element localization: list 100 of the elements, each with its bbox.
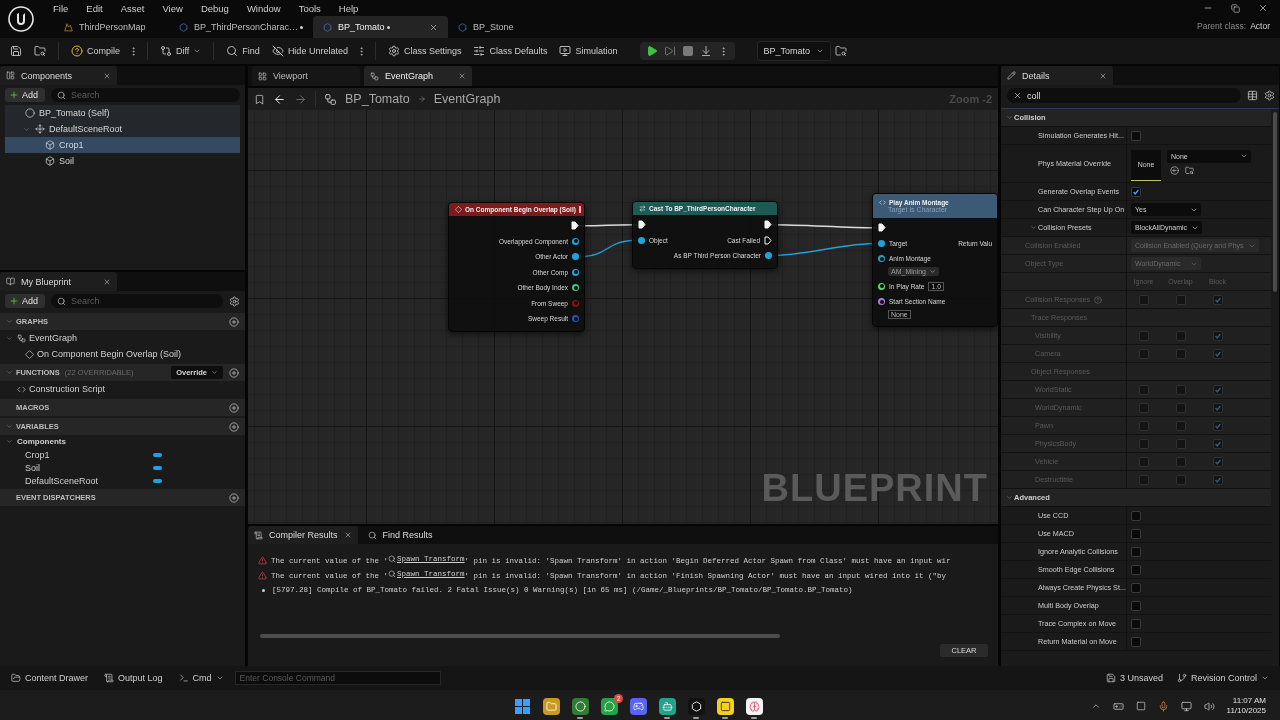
category-header[interactable]: Components xyxy=(0,435,245,448)
editor-tab[interactable]: EventGraph xyxy=(364,66,472,86)
close-icon[interactable] xyxy=(103,277,111,286)
add-circle-icon[interactable] xyxy=(229,421,239,432)
settings-icon[interactable] xyxy=(229,295,240,307)
checkbox[interactable] xyxy=(1131,510,1141,521)
folder-search-icon[interactable] xyxy=(835,45,848,57)
search-input[interactable]: coll xyxy=(1027,90,1235,101)
list-item[interactable]: Construction Script xyxy=(0,381,245,397)
editor-tab[interactable]: Viewport xyxy=(252,66,360,86)
search-box[interactable]: Search xyxy=(51,294,223,308)
content-drawer-button[interactable]: Content Drawer xyxy=(6,669,94,687)
class-settings-button[interactable]: Class Settings xyxy=(383,40,466,62)
cmd-dropdown[interactable]: Cmd xyxy=(173,669,229,687)
folder-search-icon[interactable] xyxy=(1185,165,1194,175)
menu-item[interactable]: Asset xyxy=(113,2,152,14)
simulation-button[interactable]: Simulation xyxy=(555,40,622,62)
monitor-icon[interactable] xyxy=(1180,700,1192,712)
close-icon[interactable] xyxy=(1099,71,1107,80)
tree-item[interactable]: BP_Tomato (Self) xyxy=(5,105,240,121)
hide-unrelated-button[interactable]: Hide Unrelated xyxy=(267,40,352,62)
search-box[interactable]: coll xyxy=(1007,88,1241,103)
breadcrumb-item[interactable]: EventGraph xyxy=(433,92,501,106)
compile-button[interactable]: Compile xyxy=(67,40,124,62)
add-circle-icon[interactable] xyxy=(229,402,239,413)
clock[interactable]: 11:07 AM 11/10/2025 xyxy=(1226,696,1266,716)
checkbox[interactable] xyxy=(1131,130,1141,141)
menu-item[interactable]: File xyxy=(46,2,76,14)
stop-button[interactable] xyxy=(681,45,694,57)
pin-icon[interactable] xyxy=(765,252,772,260)
breadcrumb-item[interactable]: BP_Tomato xyxy=(345,92,410,106)
exec-pin-icon[interactable] xyxy=(764,235,772,245)
checkbox[interactable] xyxy=(1131,528,1141,539)
close-icon[interactable] xyxy=(1258,3,1268,13)
pin-icon[interactable] xyxy=(572,237,579,245)
close-icon[interactable] xyxy=(103,71,111,80)
document-tab[interactable]: BP_Stone xyxy=(448,16,564,38)
checkbox[interactable] xyxy=(1131,186,1141,197)
menu-item[interactable]: Window xyxy=(239,2,288,14)
console-input[interactable]: Enter Console Command xyxy=(234,671,441,685)
pin-icon[interactable] xyxy=(572,268,579,276)
scrollbar[interactable] xyxy=(1273,112,1277,292)
panel-tab[interactable]: Components xyxy=(0,66,117,85)
pin-icon[interactable] xyxy=(878,255,885,263)
scrollbar[interactable] xyxy=(260,634,780,638)
checkbox[interactable] xyxy=(1131,582,1141,593)
pin-icon[interactable] xyxy=(878,298,885,306)
search-input[interactable]: Search xyxy=(71,296,217,306)
delegate-pin-icon[interactable] xyxy=(578,206,581,213)
search-input[interactable]: Search xyxy=(71,90,234,100)
list-item[interactable]: EventGraph xyxy=(0,330,245,346)
chevron-up-icon[interactable] xyxy=(1090,701,1101,711)
exec-pin-icon[interactable] xyxy=(764,220,772,230)
class-defaults-button[interactable]: Class Defaults xyxy=(469,40,552,62)
microphone-icon[interactable] xyxy=(1157,700,1169,712)
checkbox[interactable] xyxy=(1131,600,1141,611)
logo-icon[interactable] xyxy=(8,6,34,32)
list-item[interactable]: Soil xyxy=(0,461,245,474)
output-log-button[interactable]: Output Log xyxy=(99,669,168,687)
checkbox[interactable] xyxy=(1131,546,1141,557)
output-tab[interactable]: Find Results xyxy=(361,526,444,544)
search-box[interactable]: Search xyxy=(51,88,240,102)
output-tab[interactable]: Compiler Results xyxy=(248,526,358,544)
add-button[interactable]: Add xyxy=(5,294,45,308)
panel-tab[interactable]: My Blueprint xyxy=(0,272,117,291)
find-button[interactable]: Find xyxy=(222,40,264,62)
checkbox[interactable] xyxy=(1131,564,1141,575)
menu-item[interactable]: Tools xyxy=(291,2,328,14)
arrow-left-circle-icon[interactable] xyxy=(1170,165,1179,175)
pin-icon[interactable] xyxy=(878,239,885,247)
tree-item[interactable]: DefaultSceneRoot xyxy=(5,121,240,137)
menu-item[interactable]: Help xyxy=(331,2,366,14)
checkbox[interactable] xyxy=(1131,636,1141,647)
pin-icon[interactable] xyxy=(878,282,885,290)
volume-icon[interactable] xyxy=(1203,700,1215,712)
document-tab[interactable]: BP_ThirdPersonCharac… xyxy=(169,16,314,38)
exec-pin-icon[interactable] xyxy=(878,223,886,233)
add-circle-icon[interactable] xyxy=(229,492,239,503)
forward-icon[interactable] xyxy=(294,92,307,106)
revision-control-button[interactable]: Revision Control xyxy=(1171,669,1274,687)
list-item[interactable]: Crop1 xyxy=(0,448,245,461)
close-icon[interactable] xyxy=(429,22,439,32)
exec-pin-icon[interactable] xyxy=(638,220,646,230)
list-item[interactable]: DefaultSceneRoot xyxy=(0,474,245,487)
add-circle-icon[interactable] xyxy=(229,367,239,378)
play-button[interactable] xyxy=(645,45,658,57)
close-icon[interactable] xyxy=(458,72,466,80)
table-icon[interactable] xyxy=(1247,90,1258,101)
panel-tab[interactable]: Details xyxy=(1001,66,1113,85)
square-icon[interactable] xyxy=(1135,701,1146,711)
menu-item[interactable]: Debug xyxy=(193,2,236,14)
unsaved-button[interactable]: 3 Unsaved xyxy=(1100,669,1168,687)
back-icon[interactable] xyxy=(273,92,286,106)
tree-item[interactable]: Soil xyxy=(5,153,240,169)
debug-object-dropdown[interactable]: BP_Tomato xyxy=(756,41,832,61)
add-button[interactable]: Add xyxy=(5,88,45,102)
list-item[interactable]: On Component Begin Overlap (Soil) xyxy=(0,346,245,362)
pin-icon[interactable] xyxy=(638,236,645,244)
menu-item[interactable]: View xyxy=(155,2,190,14)
eject-button[interactable] xyxy=(699,45,712,57)
